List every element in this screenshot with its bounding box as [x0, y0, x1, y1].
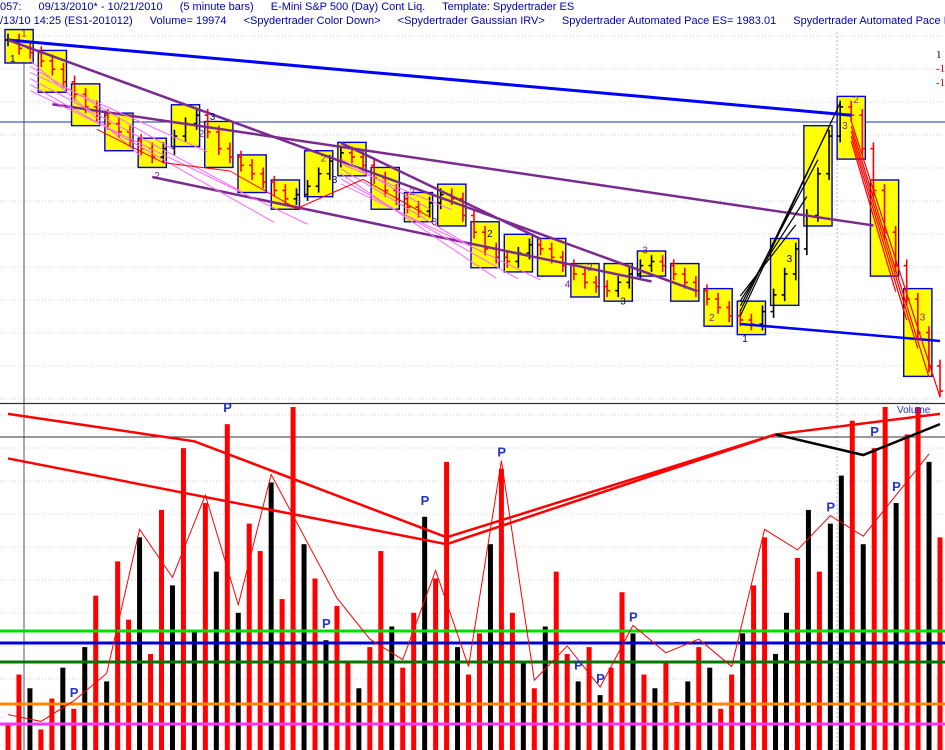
volume-bar	[126, 619, 132, 750]
pace-marker: P	[322, 616, 331, 631]
volume-bar	[608, 667, 614, 750]
volume-bar	[487, 544, 493, 750]
volume-bar	[235, 612, 241, 750]
point-label: 2	[587, 262, 593, 273]
point-label: 3	[642, 246, 648, 257]
volume-bar	[301, 544, 307, 750]
volume-bar	[619, 592, 625, 750]
volume-bar	[882, 407, 888, 750]
volume-bar	[860, 544, 866, 750]
pace-marker: P	[870, 424, 879, 439]
volume-bar	[564, 653, 570, 750]
volume-bar	[652, 688, 658, 750]
point-label: 2	[853, 95, 859, 106]
point-label: 3	[432, 217, 438, 228]
volume-bar	[400, 667, 406, 750]
point-label: 2	[409, 187, 415, 198]
pace-marker: P	[497, 445, 506, 460]
volume-bar	[191, 629, 197, 750]
point-label: 3	[920, 313, 926, 324]
volume-bar	[378, 551, 384, 750]
volume-bar	[224, 424, 230, 750]
volume-bar	[268, 482, 274, 750]
volume-bar	[630, 633, 636, 750]
volume-bar	[915, 407, 921, 750]
volume-trend-line	[775, 422, 941, 457]
volume-bar	[641, 674, 647, 750]
volume-bar	[575, 681, 581, 750]
pace-marker: P	[223, 400, 232, 415]
pace-marker: P	[421, 493, 430, 508]
volume-bar	[740, 633, 746, 750]
point-label: 3	[332, 175, 338, 186]
volume-bar	[729, 674, 735, 750]
point-label: 3	[842, 121, 848, 132]
point-label: 2	[487, 229, 493, 240]
point-label: 1	[10, 54, 16, 65]
volume-bar	[926, 461, 932, 750]
volume-bar	[148, 653, 154, 750]
point-label: 3	[210, 112, 216, 123]
volume-bar	[893, 503, 899, 750]
volume-bar	[334, 605, 340, 750]
chart-canvas[interactable]: 112322323242332332131-1-1PPPPPPPPPPPVolu…	[0, 0, 945, 750]
volume-bar	[93, 595, 99, 750]
volume-bar	[202, 503, 208, 750]
volume-bar	[838, 475, 844, 750]
volume-bar	[279, 599, 285, 750]
volume-bar	[389, 626, 395, 750]
volume-pane-label: Volume	[897, 405, 931, 416]
volume-bar	[115, 561, 121, 750]
volume-bar	[707, 667, 713, 750]
point-label: 2	[709, 313, 715, 324]
volume-bar	[71, 708, 77, 750]
pace-marker: P	[892, 479, 901, 494]
volume-bar	[5, 722, 11, 750]
point-label: 2	[154, 171, 160, 182]
volume-bar	[466, 674, 472, 750]
pace-marker: P	[629, 609, 638, 624]
point-label: 3	[787, 254, 793, 265]
volume-pane[interactable]	[0, 407, 945, 750]
volume-trend-line	[7, 433, 776, 546]
volume-bar	[783, 612, 789, 750]
point-label: 2	[199, 129, 205, 140]
point-label: 1	[21, 28, 27, 39]
axis-edge-label: 1	[936, 49, 942, 61]
volume-bar	[718, 708, 724, 750]
volume-bar	[422, 516, 428, 750]
volume-bar	[323, 640, 329, 750]
volume-bar	[685, 681, 691, 750]
volume-bar	[104, 681, 110, 750]
pace-marker: P	[574, 657, 583, 672]
volume-bar	[773, 653, 779, 750]
point-label: 2	[321, 154, 327, 165]
volume-bar	[794, 557, 800, 750]
pace-marker: P	[70, 685, 79, 700]
volume-bar	[38, 729, 44, 750]
volume-bar	[827, 523, 833, 750]
volume-bar	[257, 551, 263, 750]
axis-edge-label: -1	[936, 63, 945, 75]
point-label: 4	[565, 280, 571, 291]
volume-bar	[849, 420, 855, 750]
volume-bar	[356, 688, 362, 750]
volume-bar	[531, 688, 537, 750]
volume-bar	[542, 626, 548, 750]
volume-bar	[509, 612, 515, 750]
volume-bar	[498, 468, 504, 750]
volume-bar	[16, 674, 22, 750]
volume-bar	[246, 523, 252, 750]
axis-edge-label: -1	[936, 77, 945, 89]
volume-trend-line	[7, 412, 941, 539]
point-label: 1	[742, 334, 748, 345]
point-label: 3	[620, 296, 626, 307]
pace-marker: P	[596, 671, 605, 686]
volume-bar	[444, 461, 450, 750]
volume-bar	[674, 701, 680, 750]
volume-bar	[476, 633, 482, 750]
pace-marker: P	[826, 500, 835, 515]
volume-bar	[290, 407, 296, 750]
